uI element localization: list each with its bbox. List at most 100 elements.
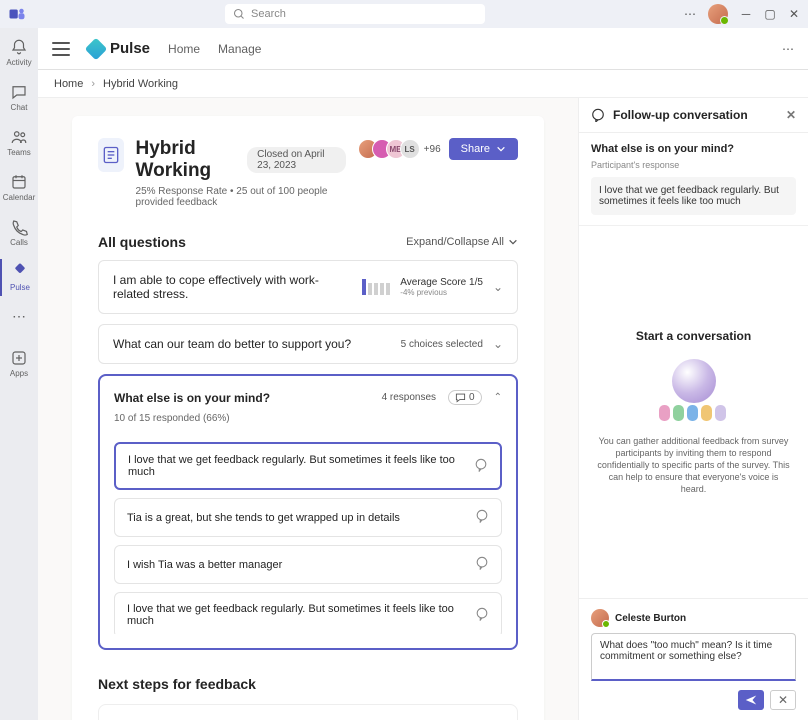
rail-activity[interactable]: Activity [0, 34, 38, 71]
hamburger-menu-button[interactable] [52, 42, 70, 56]
next-steps-title: Next steps for feedback [98, 676, 518, 692]
rail-calls[interactable]: Calls [0, 214, 38, 251]
breadcrumb-current: Hybrid Working [103, 78, 178, 90]
teams-logo-icon [8, 5, 26, 23]
rail-label: Calls [10, 238, 28, 247]
score-text: Average Score 1/5 [400, 277, 483, 288]
status-chip: Closed on April 23, 2023 [247, 147, 346, 173]
cancel-button[interactable]: ✕ [770, 690, 796, 710]
chevron-up-icon[interactable]: ⌃ [494, 392, 502, 403]
compose-area: Celeste Burton ✕ [579, 598, 808, 720]
window-close-button[interactable]: ✕ [788, 8, 800, 20]
header-subtitle: 25% Response Rate • 25 out of 100 people… [136, 186, 346, 208]
pulse-logo-icon [85, 37, 108, 60]
window-maximize-button[interactable]: ▢ [764, 8, 776, 20]
survey-icon [98, 138, 124, 172]
window-titlebar: Search ⋯ ─ ▢ ✕ [0, 0, 808, 28]
expand-collapse-all-button[interactable]: Expand/Collapse All [406, 236, 518, 248]
facepile-overflow: +96 [424, 144, 441, 155]
chat-bubble-icon[interactable] [474, 458, 488, 475]
rail-apps[interactable]: Apps [0, 345, 38, 382]
chevron-down-icon: ⌄ [493, 337, 503, 351]
response-count: 4 responses [382, 392, 436, 403]
rail-more[interactable]: ⋯ [0, 304, 38, 329]
chat-bubble-icon[interactable] [475, 607, 489, 624]
chevron-down-icon [496, 144, 506, 154]
page-title: Hybrid Working [136, 138, 238, 182]
rail-teams[interactable]: Teams [0, 124, 38, 161]
rail-chat[interactable]: Chat [0, 79, 38, 116]
expand-all-label: Expand/Collapse All [406, 236, 504, 248]
share-button[interactable]: Share [449, 138, 518, 160]
followup-subtitle: Participant's response [591, 160, 679, 170]
question-text: What else is on your mind? [114, 391, 270, 405]
followup-question: What else is on your mind? [591, 143, 796, 155]
response-substat: 10 of 15 responded (66%) [114, 413, 502, 424]
chat-icon [591, 108, 605, 122]
app-bar: Pulse Home Manage ⋯ [38, 28, 808, 70]
rail-calendar[interactable]: Calendar [0, 169, 38, 206]
score-delta: -4% previous [400, 288, 483, 297]
chat-icon [455, 392, 466, 403]
response-text: Tia is a great, but she tends to get wra… [127, 512, 400, 524]
rail-label: Chat [11, 103, 28, 112]
close-icon[interactable]: ✕ [786, 108, 796, 122]
participants-facepile[interactable]: MB LS +96 [358, 139, 441, 159]
app-brand: Pulse [88, 40, 150, 57]
search-placeholder: Search [251, 8, 286, 20]
question-meta: 5 choices selected [401, 339, 483, 350]
response-text: I love that we get feedback regularly. B… [127, 603, 475, 627]
question-card-3-expanded: What else is on your mind? 4 responses 0… [98, 374, 518, 650]
rail-label: Activity [6, 58, 31, 67]
score-bars-icon [362, 279, 390, 295]
followup-quote: I love that we get feedback regularly. B… [591, 177, 796, 215]
appbar-more-icon[interactable]: ⋯ [782, 42, 794, 56]
rail-label: Apps [10, 369, 28, 378]
breadcrumb: Home › Hybrid Working [38, 70, 808, 98]
conversation-count: 0 [469, 392, 475, 403]
chevron-right-icon: › [91, 78, 95, 90]
send-button[interactable] [738, 690, 764, 710]
compose-author-name: Celeste Burton [615, 613, 686, 624]
compose-author-avatar [591, 609, 609, 627]
question-text: I am able to cope effectively with work-… [113, 273, 323, 301]
search-icon [233, 8, 245, 20]
response-text: I wish Tia was a better manager [127, 559, 282, 571]
followup-title: Follow-up conversation [613, 108, 748, 122]
rail-pulse[interactable]: Pulse [0, 259, 38, 296]
global-search-input[interactable]: Search [225, 4, 485, 24]
followup-panel: Follow-up conversation ✕ What else is on… [578, 98, 808, 720]
tab-manage[interactable]: Manage [218, 42, 261, 56]
question-card-2[interactable]: What can our team do better to support y… [98, 324, 518, 364]
rail-label: Teams [7, 148, 31, 157]
breadcrumb-home[interactable]: Home [54, 78, 83, 90]
response-text: I love that we get feedback regularly. B… [128, 454, 474, 478]
chat-bubble-icon[interactable] [475, 556, 489, 573]
start-conversation-illustration [659, 355, 729, 425]
response-item[interactable]: I love that we get feedback regularly. B… [114, 442, 502, 490]
chevron-down-icon [508, 237, 518, 247]
chat-bubble-icon[interactable] [475, 509, 489, 526]
response-item[interactable]: I love that we get feedback regularly. B… [114, 592, 502, 634]
question-card-1[interactable]: I am able to cope effectively with work-… [98, 260, 518, 314]
current-user-avatar[interactable] [708, 4, 728, 24]
app-brand-name: Pulse [110, 40, 150, 57]
window-minimize-button[interactable]: ─ [740, 8, 752, 20]
tab-home[interactable]: Home [168, 42, 200, 56]
start-conversation-desc: You can gather additional feedback from … [597, 435, 790, 496]
rail-label: Pulse [10, 283, 30, 292]
avatar: LS [400, 139, 420, 159]
titlebar-more-icon[interactable]: ⋯ [684, 7, 696, 21]
next-steps-grid: Share Share your results directly with o… [98, 704, 518, 720]
app-rail: Activity Chat Teams Calendar Calls Pulse… [0, 28, 38, 720]
compose-textarea[interactable] [591, 633, 796, 681]
question-text: What can our team do better to support y… [113, 337, 351, 351]
conversation-count-badge[interactable]: 0 [448, 390, 482, 405]
start-conversation-title: Start a conversation [636, 329, 751, 343]
share-button-label: Share [461, 143, 490, 155]
response-item[interactable]: I wish Tia was a better manager [114, 545, 502, 584]
all-questions-title: All questions [98, 234, 186, 250]
chevron-down-icon: ⌄ [493, 280, 503, 294]
rail-label: Calendar [3, 193, 35, 202]
response-item[interactable]: Tia is a great, but she tends to get wra… [114, 498, 502, 537]
